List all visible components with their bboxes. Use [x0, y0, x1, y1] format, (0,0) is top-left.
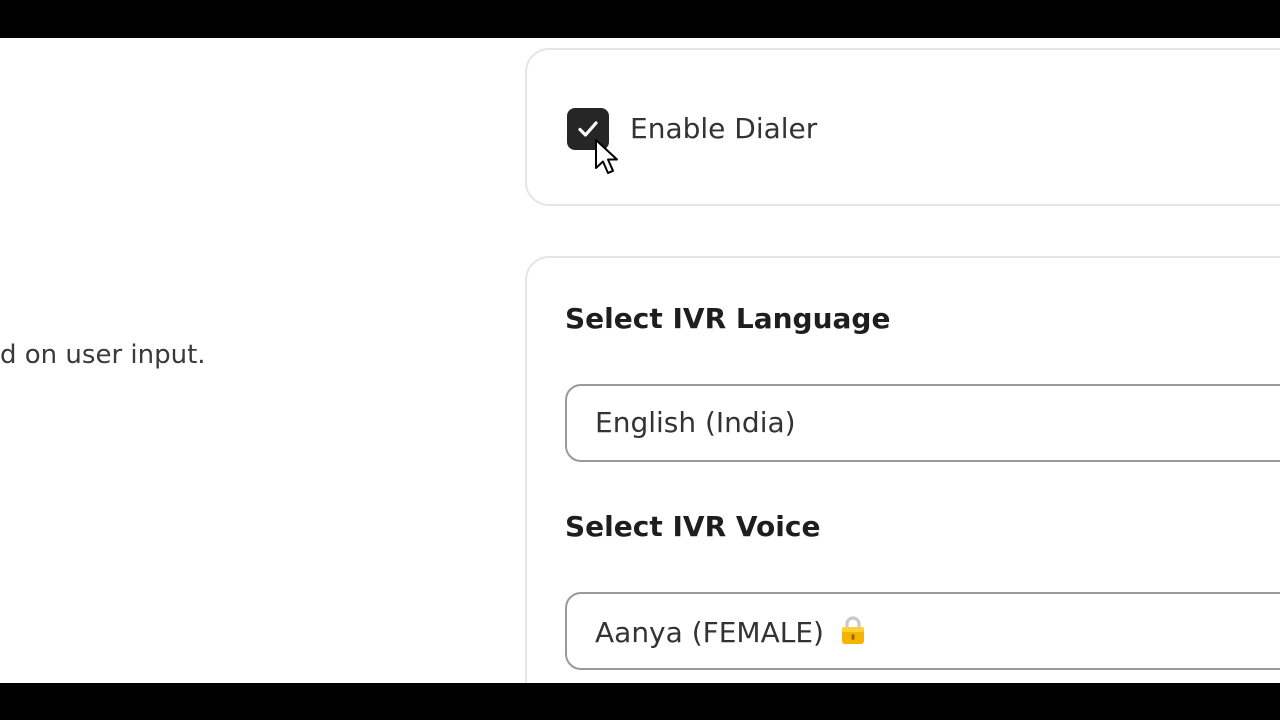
mouse-cursor-icon: [595, 139, 618, 174]
ivr-voice-value: Aanya (FEMALE): [595, 616, 824, 649]
ivr-language-value: English (India): [595, 406, 796, 439]
ivr-settings-card: Select IVR Language English (India) Sele…: [525, 256, 1280, 683]
ivr-voice-label: Select IVR Voice: [565, 510, 821, 543]
letterbox-bottom: [0, 683, 1280, 720]
ivr-voice-value-wrap: Aanya (FEMALE): [595, 614, 868, 653]
page-viewport: d on user input. Enable Dialer Select IV…: [0, 38, 1280, 683]
section-description: d on user input.: [0, 340, 206, 370]
letterbox-top: [0, 0, 1280, 38]
ivr-language-select[interactable]: English (India): [565, 384, 1280, 462]
ivr-voice-select[interactable]: Aanya (FEMALE): [565, 592, 1280, 670]
dialer-card: Enable Dialer: [525, 48, 1280, 206]
ivr-language-label: Select IVR Language: [565, 302, 891, 335]
lock-icon: [838, 614, 868, 653]
enable-dialer-label[interactable]: Enable Dialer: [630, 112, 817, 145]
